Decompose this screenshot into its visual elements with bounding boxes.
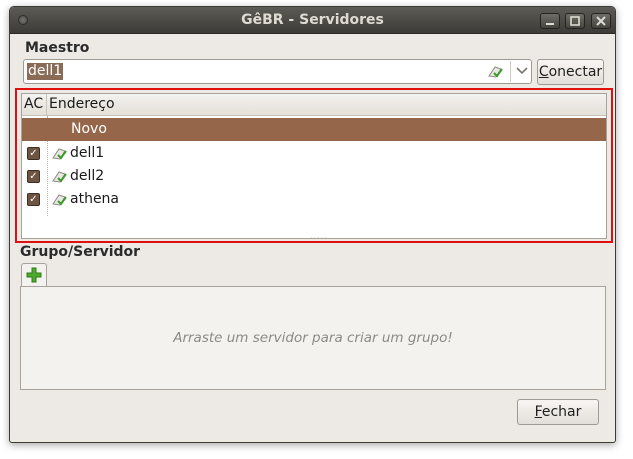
server-name: athena (70, 191, 120, 207)
server-row[interactable]: ✓ dell2 (22, 165, 606, 188)
autoconnect-checkbox[interactable]: ✓ (27, 147, 40, 160)
combo-dropdown-button[interactable] (514, 62, 530, 81)
server-list-header: AC Endereço (22, 94, 606, 116)
maestro-label: Maestro (25, 40, 90, 56)
group-label: Grupo/Servidor (20, 244, 141, 260)
add-group-tab[interactable] (21, 263, 47, 287)
maestro-input[interactable]: dell1 (27, 63, 64, 80)
group-drop-area[interactable]: Arraste um servidor para criar um grupo! (20, 286, 606, 390)
close-window-button[interactable] (591, 13, 611, 29)
server-list[interactable]: AC Endereço Novo ✓ dell1 ✓ dell2 ✓ athen… (21, 93, 607, 243)
group-empty-hint: Arraste um servidor para criar um grupo! (173, 330, 453, 346)
close-mnemonic: F (534, 404, 542, 420)
server-connected-icon (52, 148, 67, 160)
chevron-down-icon (516, 67, 528, 75)
close-label: echar (541, 404, 582, 420)
close-icon (596, 16, 606, 26)
server-connected-icon (52, 194, 67, 206)
server-row[interactable]: ✓ athena (22, 188, 606, 211)
maximize-icon (570, 16, 580, 26)
autoconnect-checkbox[interactable]: ✓ (27, 170, 40, 183)
connect-label: onectar (548, 64, 603, 80)
column-header-ac[interactable]: AC (22, 94, 47, 116)
autoconnect-checkbox[interactable]: ✓ (27, 193, 40, 206)
new-server-row[interactable]: Novo (22, 118, 606, 141)
connect-button[interactable]: Conectar (537, 59, 604, 85)
server-row[interactable]: ✓ dell1 (22, 142, 606, 165)
window-title: GêBR - Servidores (241, 12, 384, 28)
clear-entry-icon[interactable] (486, 64, 504, 80)
minimize-icon (546, 23, 554, 25)
server-list-highlight: AC Endereço Novo ✓ dell1 ✓ dell2 ✓ athen… (15, 88, 613, 243)
minimize-button[interactable] (540, 13, 560, 29)
maestro-combo[interactable]: dell1 (23, 59, 532, 84)
close-button[interactable]: Fechar (517, 399, 599, 425)
column-header-address[interactable]: Endereço (49, 94, 115, 116)
server-name: dell2 (70, 168, 105, 184)
add-icon (26, 267, 42, 283)
new-server-label: Novo (71, 121, 107, 137)
title-bar: GêBR - Servidores (10, 7, 615, 34)
connect-mnemonic: C (538, 64, 549, 80)
servers-window: GêBR - Servidores Maestro dell1 Conectar… (9, 6, 616, 443)
server-connected-icon (52, 171, 67, 183)
server-name: dell1 (70, 145, 105, 161)
resize-grip-icon[interactable]: ····· (310, 234, 328, 243)
maximize-button[interactable] (565, 13, 585, 29)
combo-separator (510, 61, 511, 82)
